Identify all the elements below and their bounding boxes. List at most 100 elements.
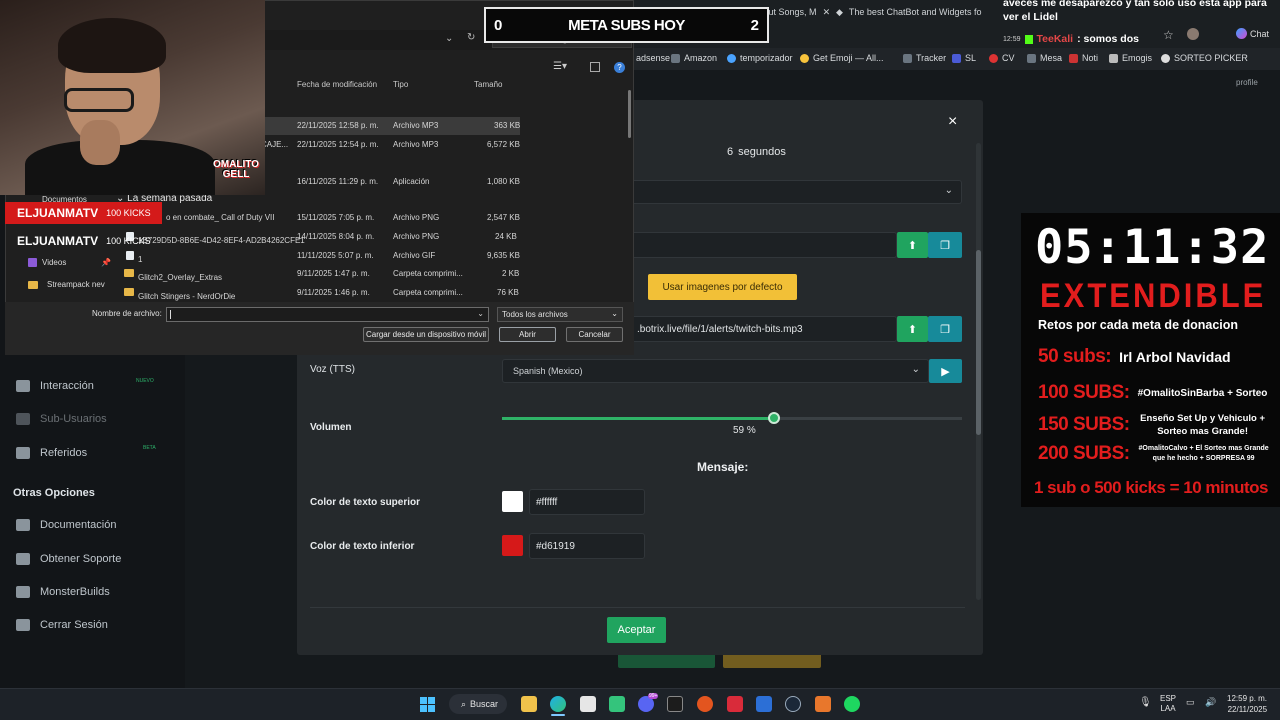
app-icon[interactable] — [697, 696, 713, 712]
microphone-icon[interactable]: 🎙 — [1139, 697, 1152, 708]
top-color-input[interactable]: #ffffff — [529, 489, 645, 515]
file-type-filter[interactable]: Todos los archivos ⌄ — [497, 307, 623, 322]
tab-label: The best ChatBot and Widgets fo — [848, 7, 982, 17]
sidebar-item-monsterbuilds[interactable]: MonsterBuilds — [16, 586, 110, 598]
sidebar-item-interaccion[interactable]: Interacción — [16, 380, 94, 392]
network-icon[interactable]: ▭ — [1186, 697, 1195, 708]
column-header-type[interactable]: Tipo — [393, 80, 408, 89]
bookmark-item[interactable]: SL — [952, 53, 976, 63]
file-row[interactable]: Glitch2_Overlay_Extras 9/11/2025 1:47 p.… — [124, 265, 520, 283]
bookmark-item[interactable]: CV — [989, 53, 1015, 63]
preview-pane-icon[interactable] — [590, 62, 600, 72]
avatar[interactable] — [1187, 28, 1199, 40]
chevron-down-icon[interactable]: ⌄ — [477, 309, 484, 318]
bookmark-item[interactable]: Amazon — [671, 53, 717, 63]
bookmark-item[interactable]: Emogis — [1109, 53, 1152, 63]
cancel-button[interactable]: Cancelar — [566, 327, 623, 342]
sidebar-item-referidos[interactable]: Referidos — [16, 447, 87, 459]
file-type: Aplicación — [393, 177, 430, 186]
play-tts-button[interactable]: ▶ — [929, 359, 962, 383]
file-row[interactable]: 16/11/2025 11:29 p. m. Aplicación 1,080 … — [265, 173, 520, 191]
close-icon[interactable]: × — [948, 113, 957, 131]
voice-select[interactable]: Spanish (Mexico) ⌄ — [502, 359, 929, 383]
system-clock[interactable]: 12:59 p. m. 22/11/2025 — [1227, 693, 1267, 715]
dialog-scrollbar[interactable] — [628, 90, 631, 138]
help-icon[interactable]: ? — [614, 62, 625, 73]
epic-games-icon[interactable] — [667, 696, 683, 712]
nav-item-videos[interactable]: Videos 📌 — [28, 258, 111, 267]
file-row[interactable]: 1 11/11/2025 5:07 p. m. Archivo GIF 9,63… — [124, 247, 520, 265]
goal-level: 100 SUBS: — [1038, 382, 1130, 403]
new-badge: NUEVO — [136, 378, 154, 384]
bookmark-item[interactable]: Tracker — [903, 53, 946, 63]
kicks-amount: 100 KICKS — [106, 208, 151, 218]
column-header-date[interactable]: Fecha de modificación — [297, 80, 377, 89]
column-header-size[interactable]: Tamaño — [474, 80, 502, 89]
app-icon[interactable] — [727, 696, 743, 712]
volume-slider-handle[interactable] — [768, 412, 780, 424]
start-button[interactable] — [420, 697, 435, 712]
zip-folder-icon — [124, 269, 134, 277]
use-default-images-button[interactable]: Usar imagenes por defecto — [648, 274, 797, 300]
bottom-color-swatch[interactable] — [502, 535, 523, 556]
accept-button[interactable]: Aceptar — [607, 617, 666, 643]
top-color-swatch[interactable] — [502, 491, 523, 512]
taskbar-search[interactable]: ⌕ Buscar — [449, 694, 507, 714]
bottom-color-input[interactable]: #d61919 — [529, 533, 645, 559]
file-row[interactable]: 22/11/2025 12:58 p. m. Archivo MP3 363 K… — [265, 117, 520, 135]
gallery-image-button[interactable]: ❐ — [928, 232, 962, 258]
open-button[interactable]: Abrir — [499, 327, 556, 342]
gif-file-icon — [126, 251, 134, 260]
app-icon[interactable] — [756, 696, 772, 712]
bookmark-item[interactable]: temporizador — [727, 53, 793, 63]
file-row[interactable]: 1B729D5D-8B6E-4D42-8EF4-AD2B4262CFE1 14/… — [124, 228, 520, 246]
chat-time: 12:59 — [1003, 35, 1021, 43]
filename-input[interactable]: ⌄ — [166, 307, 489, 322]
sl-icon — [952, 53, 961, 63]
app-icon[interactable] — [609, 696, 625, 712]
file-row[interactable]: Glitch Stingers - NerdOrDie 9/11/2025 1:… — [124, 284, 520, 302]
language-indicator[interactable]: ESP LAA — [1160, 694, 1176, 714]
load-from-mobile-button[interactable]: Cargar desde un dispositivo móvil — [363, 327, 489, 342]
steam-icon[interactable] — [785, 696, 801, 712]
spotify-icon[interactable] — [844, 696, 860, 712]
view-options-icon[interactable]: ☰▾ — [553, 61, 567, 72]
sidebar-item-sub-usuarios[interactable]: Sub-Usuarios — [16, 413, 107, 425]
browser-tab-botrix[interactable]: ◆ The best ChatBot and Widgets fo — [828, 2, 990, 22]
file-row[interactable]: o en combate_ Call of Duty VII 15/11/202… — [124, 209, 520, 227]
goal-reward: Irl Arbol Navidad — [1119, 349, 1231, 365]
refresh-icon[interactable]: ↻ — [467, 32, 475, 43]
app-icon[interactable] — [815, 696, 831, 712]
bookmark-item[interactable]: Get Emoji — All... — [800, 53, 884, 63]
sound-url-input[interactable]: .botrix.live/file/1/alerts/twitch-bits.m… — [630, 316, 897, 342]
file-size: 2 KB — [502, 269, 520, 278]
file-name: CAJE... — [261, 140, 289, 149]
profile-label[interactable]: profile — [1236, 78, 1258, 87]
support-icon — [16, 553, 30, 565]
sidebar-item-documentacion[interactable]: Documentación — [16, 519, 116, 531]
gallery-sound-button[interactable]: ❐ — [928, 316, 962, 342]
file-explorer-icon[interactable] — [521, 696, 537, 712]
copilot-chat-button[interactable]: Chat — [1236, 28, 1269, 39]
file-row[interactable]: CAJE... 22/11/2025 12:54 p. m. Archivo M… — [261, 136, 520, 154]
bookmark-item[interactable]: Noti — [1069, 53, 1098, 63]
bookmark-item[interactable]: adsense — [636, 53, 670, 63]
chevron-down-icon[interactable]: ⌄ — [445, 33, 453, 44]
upload-sound-button[interactable]: ⬆ — [897, 316, 928, 342]
bookmark-item[interactable]: SORTEO PICKER — [1161, 53, 1248, 63]
bookmark-item[interactable]: Mesa — [1027, 53, 1062, 63]
upload-image-button[interactable]: ⬆ — [897, 232, 928, 258]
chat-label: Chat — [1250, 28, 1270, 39]
sidebar-item-cerrar-sesion[interactable]: Cerrar Sesión — [16, 619, 108, 631]
edge-browser-icon[interactable] — [550, 696, 566, 712]
chat-user: TeeKali — [1036, 33, 1074, 45]
image-url-input[interactable] — [630, 232, 897, 258]
nav-item-streampack[interactable]: Streampack nev — [28, 280, 105, 289]
modal-scrollbar-thumb[interactable] — [976, 250, 981, 435]
sidebar-item-soporte[interactable]: Obtener Soporte — [16, 553, 121, 565]
app-icon[interactable] — [580, 696, 596, 712]
volume-icon[interactable]: 🔊 — [1205, 697, 1216, 708]
keyboard-layout: LAA — [1160, 704, 1176, 713]
animation-select[interactable]: ⌄ — [630, 180, 962, 204]
star-icon[interactable]: ☆ — [1163, 28, 1174, 42]
